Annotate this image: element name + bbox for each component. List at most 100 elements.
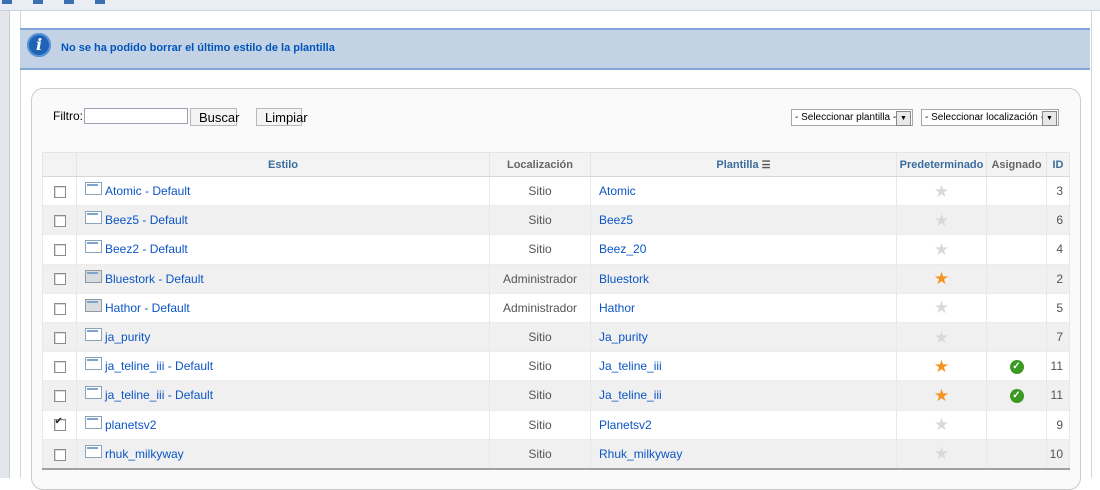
row-select-cell: [42, 175, 77, 206]
header-template[interactable]: Plantilla ☰: [590, 152, 897, 177]
template-link[interactable]: Rhuk_milkyway: [590, 438, 897, 470]
style-link[interactable]: Beez2 - Default: [105, 242, 188, 256]
style-link[interactable]: Beez5 - Default: [105, 213, 188, 227]
bookmark-item[interactable]: [95, 0, 109, 5]
chevron-down-icon[interactable]: ▼: [1042, 111, 1057, 126]
bookmark-item[interactable]: [64, 0, 78, 5]
row-checkbox[interactable]: [53, 416, 66, 432]
assigned-cell: [986, 292, 1047, 323]
style-cell: ja_teline_iii - Default: [76, 351, 490, 381]
star-icon[interactable]: ★: [934, 357, 949, 376]
filter-input[interactable]: [84, 108, 188, 124]
template-link[interactable]: Bluestork: [590, 263, 897, 294]
template-icon: [85, 357, 102, 371]
style-cell: Atomic - Default: [76, 175, 490, 206]
style-cell: ja_purity: [76, 321, 490, 352]
template-icon: [85, 240, 102, 254]
star-icon[interactable]: ★: [934, 298, 949, 317]
assigned-cell: [986, 263, 1047, 294]
search-button[interactable]: Buscar: [190, 108, 239, 126]
style-cell: Beez2 - Default: [76, 234, 490, 265]
message-text: No se ha podido borrar el último estilo …: [61, 42, 335, 54]
location-select[interactable]: - Seleccionar localización - ▼: [921, 109, 1059, 126]
row-checkbox[interactable]: [53, 273, 66, 286]
table-row: rhuk_milkyway Sitio Rhuk_milkyway ★ 10: [42, 438, 1070, 470]
chevron-down-icon[interactable]: ▼: [896, 111, 911, 126]
star-icon[interactable]: ★: [934, 211, 949, 230]
default-cell: ★: [896, 292, 987, 323]
clear-button[interactable]: Limpiar: [256, 108, 308, 126]
row-select-cell: [42, 409, 77, 440]
style-link[interactable]: ja_teline_iii - Default: [105, 388, 213, 402]
default-cell: ★: [896, 351, 987, 381]
template-link[interactable]: Beez_20: [590, 234, 897, 265]
default-cell: ★: [896, 409, 987, 440]
star-icon[interactable]: ★: [934, 386, 949, 405]
location-cell: Sitio: [489, 205, 591, 235]
template-link[interactable]: Hathor: [590, 292, 897, 323]
select-all-header: [42, 152, 77, 177]
star-icon[interactable]: ★: [934, 182, 949, 201]
row-select-cell: [42, 292, 77, 323]
location-cell: Administrador: [489, 292, 591, 323]
default-cell: ★: [896, 263, 987, 294]
style-link[interactable]: Hathor - Default: [105, 301, 190, 315]
header-id[interactable]: ID: [1046, 152, 1070, 177]
style-link[interactable]: Bluestork - Default: [105, 272, 204, 286]
row-select-cell: [42, 205, 77, 235]
bookmark-item[interactable]: [2, 0, 16, 5]
id-cell: 3: [1046, 175, 1070, 206]
row-checkbox[interactable]: [53, 390, 66, 403]
bookmark-item[interactable]: [33, 0, 47, 5]
template-select[interactable]: - Seleccionar plantilla - ▼: [791, 109, 913, 126]
header-assigned[interactable]: Asignado: [986, 152, 1047, 177]
assigned-cell: [986, 234, 1047, 265]
default-cell: ★: [896, 380, 987, 410]
id-cell: 11: [1046, 380, 1070, 410]
star-icon[interactable]: ★: [934, 415, 949, 434]
star-icon[interactable]: ★: [934, 328, 949, 347]
row-select-cell: [42, 234, 77, 265]
row-checkbox[interactable]: [53, 244, 66, 257]
style-link[interactable]: rhuk_milkyway: [105, 447, 184, 461]
header-style[interactable]: Estilo: [76, 152, 490, 177]
header-location[interactable]: Localización: [489, 152, 591, 177]
row-checkbox[interactable]: [53, 361, 66, 374]
template-icon: [85, 269, 102, 283]
template-select-value: - Seleccionar plantilla -: [795, 112, 897, 123]
styles-table: Estilo Localización Plantilla ☰ Predeter…: [42, 152, 1070, 470]
header-default[interactable]: Predeterminado: [896, 152, 987, 177]
style-link[interactable]: ja_teline_iii - Default: [105, 359, 213, 373]
style-link[interactable]: Atomic - Default: [105, 184, 190, 198]
style-link[interactable]: ja_purity: [105, 330, 150, 344]
row-checkbox[interactable]: [53, 185, 66, 198]
row-checkbox[interactable]: [53, 302, 66, 315]
id-cell: 10: [1046, 438, 1070, 470]
default-cell: ★: [896, 205, 987, 235]
row-checkbox[interactable]: [53, 331, 66, 344]
star-icon[interactable]: ★: [934, 444, 949, 463]
system-message: i No se ha podido borrar el último estil…: [20, 28, 1090, 70]
template-link[interactable]: Ja_teline_iii: [590, 351, 897, 381]
id-cell: 2: [1046, 263, 1070, 294]
template-link[interactable]: Ja_purity: [590, 321, 897, 352]
table-row: Beez5 - Default Sitio Beez5 ★ 6: [42, 205, 1070, 235]
style-cell: rhuk_milkyway: [76, 438, 490, 470]
assigned-cell: [986, 175, 1047, 206]
row-select-cell: [42, 351, 77, 381]
default-cell: ★: [896, 234, 987, 265]
style-cell: Beez5 - Default: [76, 205, 490, 235]
template-link[interactable]: Beez5: [590, 205, 897, 235]
template-link[interactable]: Ja_teline_iii: [590, 380, 897, 410]
star-icon[interactable]: ★: [934, 269, 949, 288]
star-icon[interactable]: ★: [934, 240, 949, 259]
row-checkbox[interactable]: [53, 215, 66, 228]
style-link[interactable]: planetsv2: [105, 418, 156, 432]
table-row: planetsv2 SitioPlanetsv2 ★ 9: [42, 409, 1070, 440]
template-icon: [85, 182, 102, 196]
template-link[interactable]: Atomic: [590, 175, 897, 206]
template-link[interactable]: Planetsv2: [590, 409, 897, 440]
row-checkbox[interactable]: [53, 448, 66, 461]
location-cell: Sitio: [489, 321, 591, 352]
assigned-cell: ✓: [986, 380, 1047, 410]
